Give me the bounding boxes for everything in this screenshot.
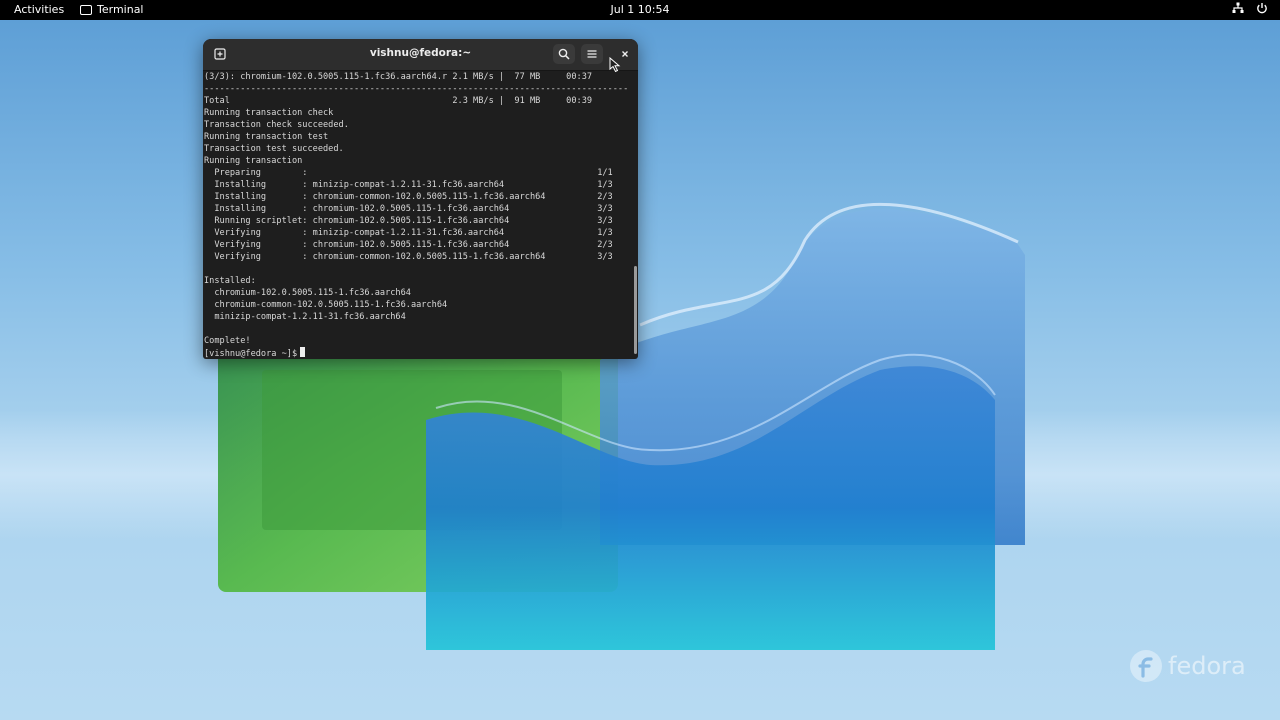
terminal-line: Verifying : minizip-compat-1.2.11-31.fc3… (204, 228, 613, 238)
fedora-logo-icon (1130, 650, 1162, 682)
terminal-line: Verifying : chromium-102.0.5005.115-1.fc… (204, 240, 613, 250)
terminal-line: Running transaction check (204, 108, 334, 118)
terminal-line: Installing : chromium-102.0.5005.115-1.f… (204, 204, 613, 214)
terminal-line: Running transaction (204, 156, 303, 166)
desktop-background (0, 20, 1280, 720)
terminal-titlebar[interactable]: vishnu@fedora:~ (203, 39, 638, 71)
search-icon (558, 48, 570, 60)
terminal-line: Installing : minizip-compat-1.2.11-31.fc… (204, 180, 613, 190)
terminal-line: Complete! (204, 336, 251, 346)
terminal-line: Running scriptlet: chromium-102.0.5005.1… (204, 216, 613, 226)
top-bar: Activities Terminal Jul 1 10:54 (0, 0, 1280, 20)
terminal-line: Installed: (204, 276, 256, 286)
shell-prompt: [vishnu@fedora ~]$ (204, 349, 298, 359)
terminal-line: Installing : chromium-common-102.0.5005.… (204, 192, 613, 202)
terminal-line: ----------------------------------------… (204, 84, 629, 94)
hamburger-menu-icon (587, 50, 597, 58)
terminal-line: Transaction check succeeded. (204, 120, 349, 130)
terminal-line: chromium-102.0.5005.115-1.fc36.aarch64 (204, 288, 411, 298)
terminal-line: Preparing : 1/1 (204, 168, 613, 178)
scrollbar[interactable] (633, 71, 638, 359)
mouse-pointer-icon (609, 57, 621, 73)
close-icon (622, 51, 628, 57)
power-icon[interactable] (1256, 2, 1268, 14)
fedora-wordmark: fedora (1168, 652, 1246, 680)
main-menu-button[interactable] (581, 44, 603, 64)
terminal-line: minizip-compat-1.2.11-31.fc36.aarch64 (204, 312, 406, 322)
terminal-line: Verifying : chromium-common-102.0.5005.1… (204, 252, 613, 262)
activities-button[interactable]: Activities (14, 3, 64, 16)
terminal-line: (3/3): chromium-102.0.5005.115-1.fc36.aa… (204, 72, 593, 82)
fedora-watermark: fedora (1129, 649, 1246, 683)
wallpaper-glass-shapes (218, 202, 1025, 650)
terminal-line: Running transaction test (204, 132, 329, 142)
scrollbar-thumb[interactable] (634, 266, 637, 354)
terminal-window[interactable]: vishnu@fedora:~ (3/3): chromium-102.0.50… (203, 39, 638, 359)
terminal-app-icon (80, 4, 92, 15)
app-menu-button[interactable]: Terminal (80, 3, 144, 16)
new-tab-icon (214, 48, 226, 60)
app-menu-label: Terminal (97, 3, 144, 16)
text-cursor (300, 347, 306, 357)
clock[interactable]: Jul 1 10:54 (611, 3, 670, 16)
terminal-line: Total 2.3 MB/s | 91 MB 00:39 (204, 96, 593, 106)
prompt-line[interactable]: [vishnu@fedora ~]$ (204, 347, 306, 359)
terminal-line: chromium-common-102.0.5005.115-1.fc36.aa… (204, 300, 448, 310)
terminal-output[interactable]: (3/3): chromium-102.0.5005.115-1.fc36.aa… (203, 71, 633, 359)
search-button[interactable] (553, 44, 575, 64)
network-icon[interactable] (1232, 2, 1244, 14)
new-tab-button[interactable] (209, 44, 231, 64)
terminal-line: Transaction test succeeded. (204, 144, 344, 154)
